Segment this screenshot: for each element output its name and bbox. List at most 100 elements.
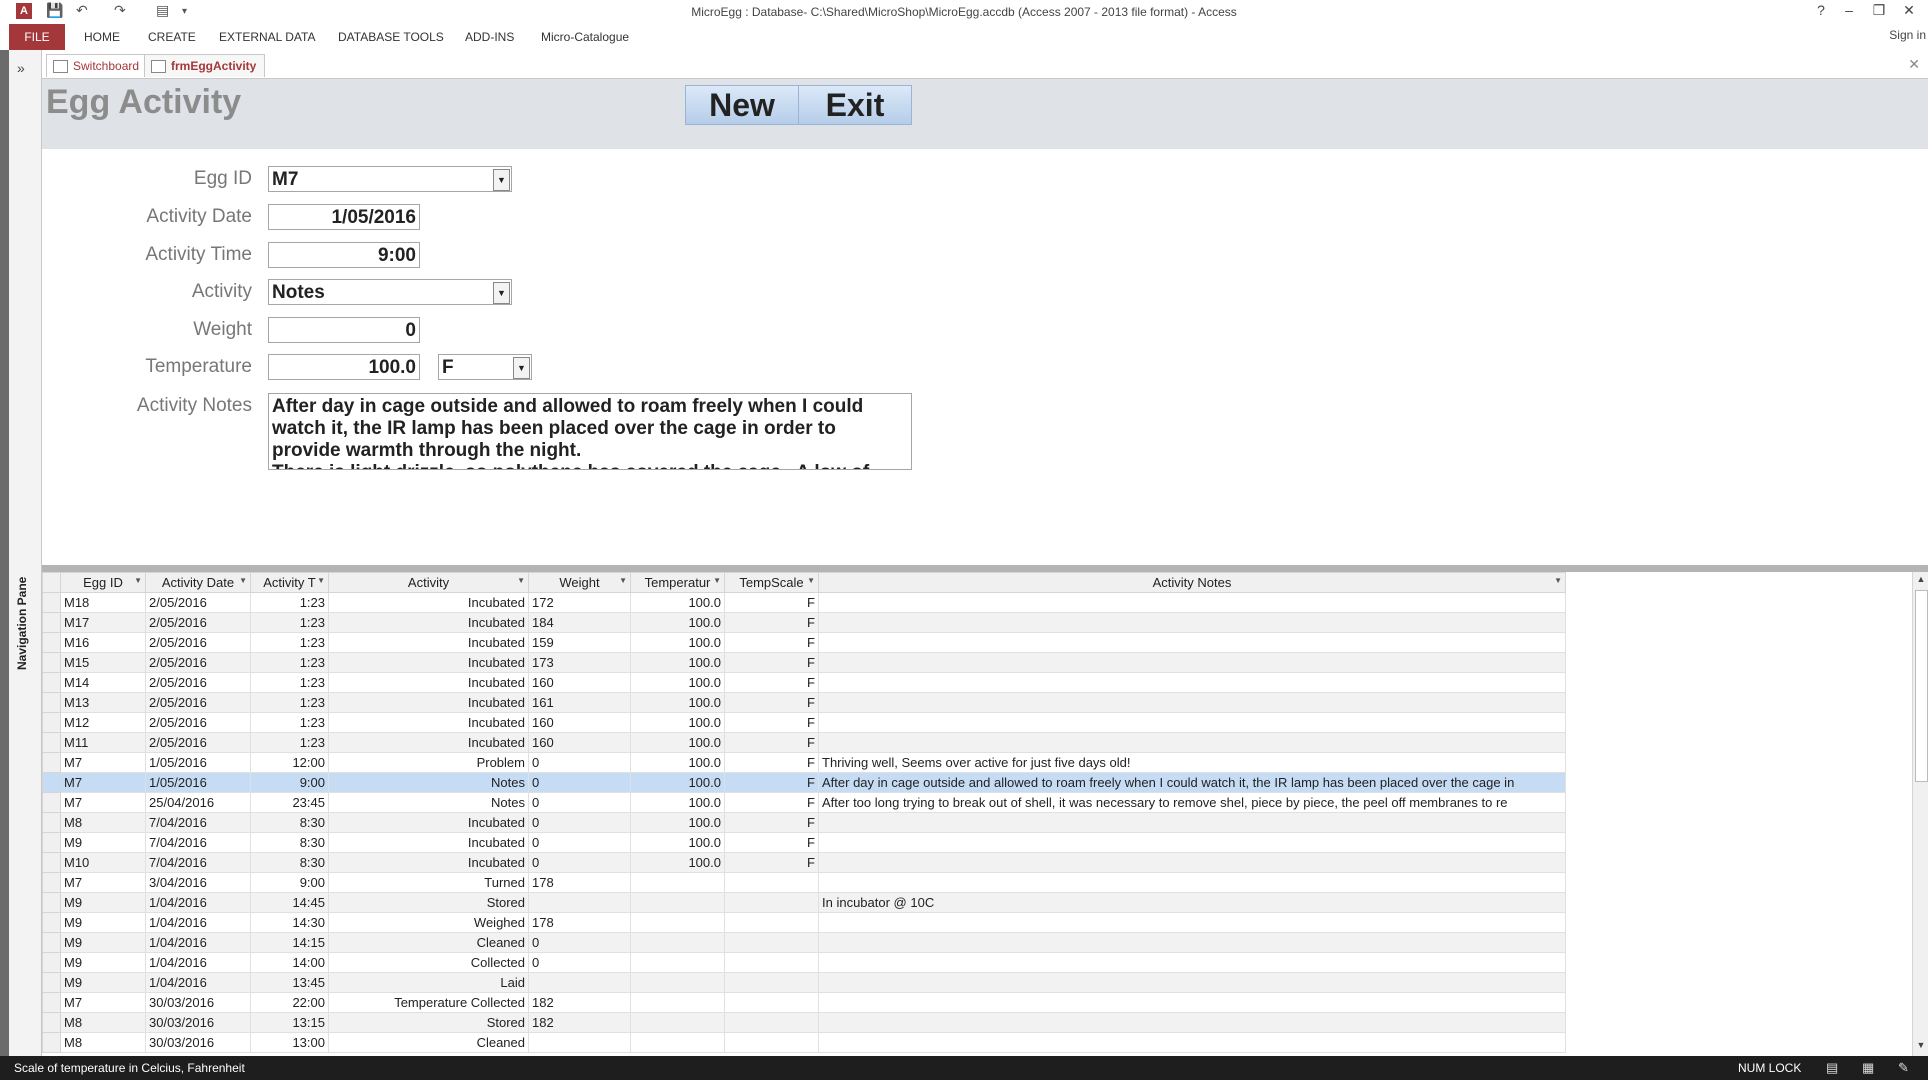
record-selector[interactable] xyxy=(42,732,61,753)
tab-file[interactable]: FILE xyxy=(9,24,65,50)
table-row[interactable]: M9 1/04/2016 13:45 Laid xyxy=(42,972,1566,993)
table-cell[interactable]: 12:00 xyxy=(250,752,329,773)
table-cell[interactable]: 0 xyxy=(528,812,631,833)
table-cell[interactable]: 160 xyxy=(528,672,631,693)
table-cell[interactable]: Stored xyxy=(328,1012,529,1033)
table-cell[interactable]: M15 xyxy=(60,652,146,673)
table-cell[interactable]: Incubated xyxy=(328,812,529,833)
table-cell[interactable] xyxy=(724,932,819,953)
table-row[interactable]: M14 2/05/2016 1:23 Incubated 160 100.0 F xyxy=(42,672,1566,693)
table-row[interactable]: M9 1/04/2016 14:15 Cleaned 0 xyxy=(42,932,1566,953)
table-cell[interactable]: 1:23 xyxy=(250,652,329,673)
table-cell[interactable]: M7 xyxy=(60,792,146,813)
record-selector[interactable] xyxy=(42,952,61,973)
table-cell[interactable]: 30/03/2016 xyxy=(145,1012,251,1033)
table-cell[interactable]: 23:45 xyxy=(250,792,329,813)
table-cell[interactable]: F xyxy=(724,792,819,813)
table-cell[interactable]: Collected xyxy=(328,952,529,973)
table-cell[interactable]: F xyxy=(724,632,819,653)
table-cell[interactable]: Problem xyxy=(328,752,529,773)
table-cell[interactable]: M18 xyxy=(60,592,146,613)
table-cell[interactable]: 25/04/2016 xyxy=(145,792,251,813)
table-cell[interactable]: Incubated xyxy=(328,672,529,693)
table-row[interactable]: M7 1/05/2016 9:00 Notes 0 100.0 F After day in … xyxy=(42,772,1566,793)
table-cell[interactable]: 9:00 xyxy=(250,872,329,893)
table-cell[interactable]: 1/04/2016 xyxy=(145,892,251,913)
table-cell[interactable]: Incubated xyxy=(328,632,529,653)
tab-add-ins[interactable]: ADD-INS xyxy=(465,30,514,44)
table-cell[interactable] xyxy=(818,932,1566,953)
record-selector[interactable] xyxy=(42,652,61,673)
table-cell[interactable] xyxy=(818,852,1566,873)
table-cell[interactable]: Laid xyxy=(328,972,529,993)
chevron-down-icon[interactable]: ▼ xyxy=(619,576,627,585)
table-cell[interactable] xyxy=(724,972,819,993)
chevron-down-icon[interactable]: ▼ xyxy=(517,576,525,585)
col-tempscale[interactable]: TempScale ▼ xyxy=(724,572,819,593)
table-cell[interactable]: F xyxy=(724,812,819,833)
table-cell[interactable]: M16 xyxy=(60,632,146,653)
table-cell[interactable]: 2/05/2016 xyxy=(145,652,251,673)
tab-create[interactable]: CREATE xyxy=(148,30,196,44)
table-cell[interactable]: F xyxy=(724,732,819,753)
table-cell[interactable] xyxy=(630,872,725,893)
table-cell[interactable] xyxy=(818,872,1566,893)
table-row[interactable]: M8 30/03/2016 13:15 Stored 182 xyxy=(42,1012,1566,1033)
table-cell[interactable]: Incubated xyxy=(328,852,529,873)
table-cell[interactable]: 0 xyxy=(528,832,631,853)
sort-desc-icon[interactable]: ▼ xyxy=(239,576,247,585)
table-row[interactable]: M9 1/04/2016 14:45 Stored In incubator @ 10C xyxy=(42,892,1566,913)
table-cell[interactable]: Notes xyxy=(328,772,529,793)
record-selector[interactable] xyxy=(42,712,61,733)
table-cell[interactable]: 1/05/2016 xyxy=(145,752,251,773)
table-cell[interactable]: 9:00 xyxy=(250,772,329,793)
col-egg-id[interactable]: Egg ID ▼ xyxy=(60,572,146,593)
table-cell[interactable]: Incubated xyxy=(328,692,529,713)
table-cell[interactable]: 7/04/2016 xyxy=(145,832,251,853)
table-cell[interactable]: 100.0 xyxy=(630,652,725,673)
table-cell[interactable]: Weighed xyxy=(328,912,529,933)
table-cell[interactable]: 2/05/2016 xyxy=(145,692,251,713)
table-cell[interactable] xyxy=(818,1032,1566,1053)
table-cell[interactable] xyxy=(818,832,1566,853)
table-cell[interactable]: M14 xyxy=(60,672,146,693)
table-cell[interactable]: 100.0 xyxy=(630,632,725,653)
record-selector[interactable] xyxy=(42,672,61,693)
exit-button[interactable]: Exit xyxy=(798,85,912,125)
table-cell[interactable]: 100.0 xyxy=(630,772,725,793)
table-cell[interactable] xyxy=(630,912,725,933)
restore-icon[interactable]: ❐ xyxy=(1866,2,1892,19)
table-cell[interactable]: F xyxy=(724,592,819,613)
table-cell[interactable] xyxy=(818,652,1566,673)
table-row[interactable]: M18 2/05/2016 1:23 Incubated 172 100.0 F xyxy=(42,592,1566,613)
table-row[interactable]: M12 2/05/2016 1:23 Incubated 160 100.0 F xyxy=(42,712,1566,733)
tab-micro-catalogue[interactable]: Micro-Catalogue xyxy=(541,30,629,44)
table-cell[interactable]: M9 xyxy=(60,912,146,933)
table-row[interactable]: M9 1/04/2016 14:00 Collected 0 xyxy=(42,952,1566,973)
egg-id-combo[interactable]: M7 ▼ xyxy=(268,166,512,192)
chevron-down-icon[interactable]: ▼ xyxy=(1554,576,1562,585)
table-cell[interactable]: 14:30 xyxy=(250,912,329,933)
table-cell[interactable]: M9 xyxy=(60,972,146,993)
table-cell[interactable]: M7 xyxy=(60,872,146,893)
table-cell[interactable]: 22:00 xyxy=(250,992,329,1013)
table-cell[interactable]: 0 xyxy=(528,932,631,953)
table-cell[interactable]: 2/05/2016 xyxy=(145,712,251,733)
record-selector[interactable] xyxy=(42,772,61,793)
help-icon[interactable]: ? xyxy=(1808,2,1834,18)
table-cell[interactable]: M7 xyxy=(60,772,146,793)
col-weight[interactable]: Weight ▼ xyxy=(528,572,631,593)
record-selector[interactable] xyxy=(42,832,61,853)
scroll-up-icon[interactable]: ▲ xyxy=(1915,574,1927,588)
table-cell[interactable]: 2/05/2016 xyxy=(145,732,251,753)
record-selector[interactable] xyxy=(42,912,61,933)
table-cell[interactable]: 100.0 xyxy=(630,732,725,753)
record-selector[interactable] xyxy=(42,872,61,893)
table-cell[interactable] xyxy=(818,712,1566,733)
table-cell[interactable] xyxy=(630,892,725,913)
table-cell[interactable]: 100.0 xyxy=(630,832,725,853)
record-selector[interactable] xyxy=(42,692,61,713)
table-cell[interactable]: F xyxy=(724,612,819,633)
col-activity-notes[interactable]: Activity Notes ▼ xyxy=(818,572,1566,593)
table-cell[interactable]: 1:23 xyxy=(250,612,329,633)
